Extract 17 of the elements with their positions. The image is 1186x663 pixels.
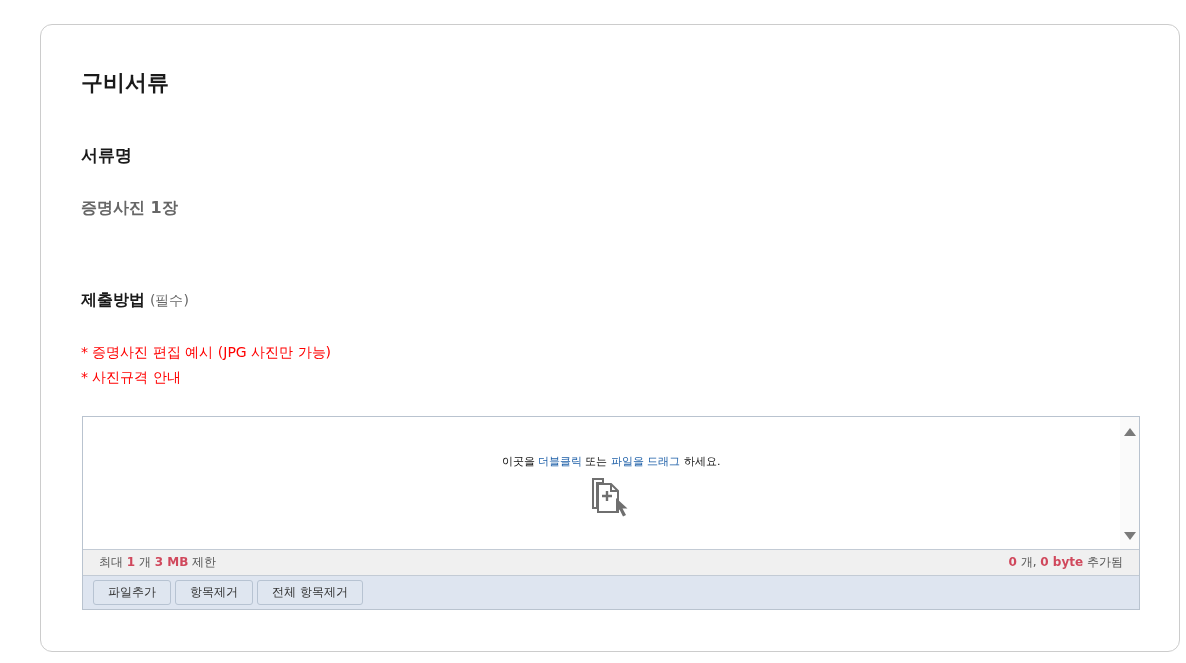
scrollbar[interactable]	[1120, 417, 1139, 549]
guide-link[interactable]: * 증명사진 편집 예시 (JPG 사진만 가능)	[81, 340, 332, 365]
drop-hint-text: 이곳을 더블클릭 또는 파일을 드래그 하세요.	[501, 455, 721, 469]
file-action-button[interactable]: 항목제거	[175, 580, 253, 605]
submission-label: 제출방법	[81, 289, 145, 311]
scroll-down-icon[interactable]	[1123, 532, 1136, 540]
scroll-up-icon[interactable]	[1123, 428, 1136, 436]
file-action-button[interactable]: 전체 항목제거	[257, 580, 363, 605]
files-added-text: 0 개, 0 byte 추가됨	[1008, 554, 1123, 571]
document-name: 증명사진 1장	[81, 197, 179, 219]
file-limit-text: 최대 1 개 3 MB 제한	[99, 554, 217, 571]
add-file-cursor-icon	[592, 478, 630, 518]
section-title: 구비서류	[81, 69, 170, 97]
required-note: (필수)	[150, 292, 189, 310]
file-action-button[interactable]: 파일추가	[93, 580, 171, 605]
document-label: 서류명	[81, 144, 133, 167]
guide-link[interactable]: * 사진규격 안내	[81, 365, 181, 390]
